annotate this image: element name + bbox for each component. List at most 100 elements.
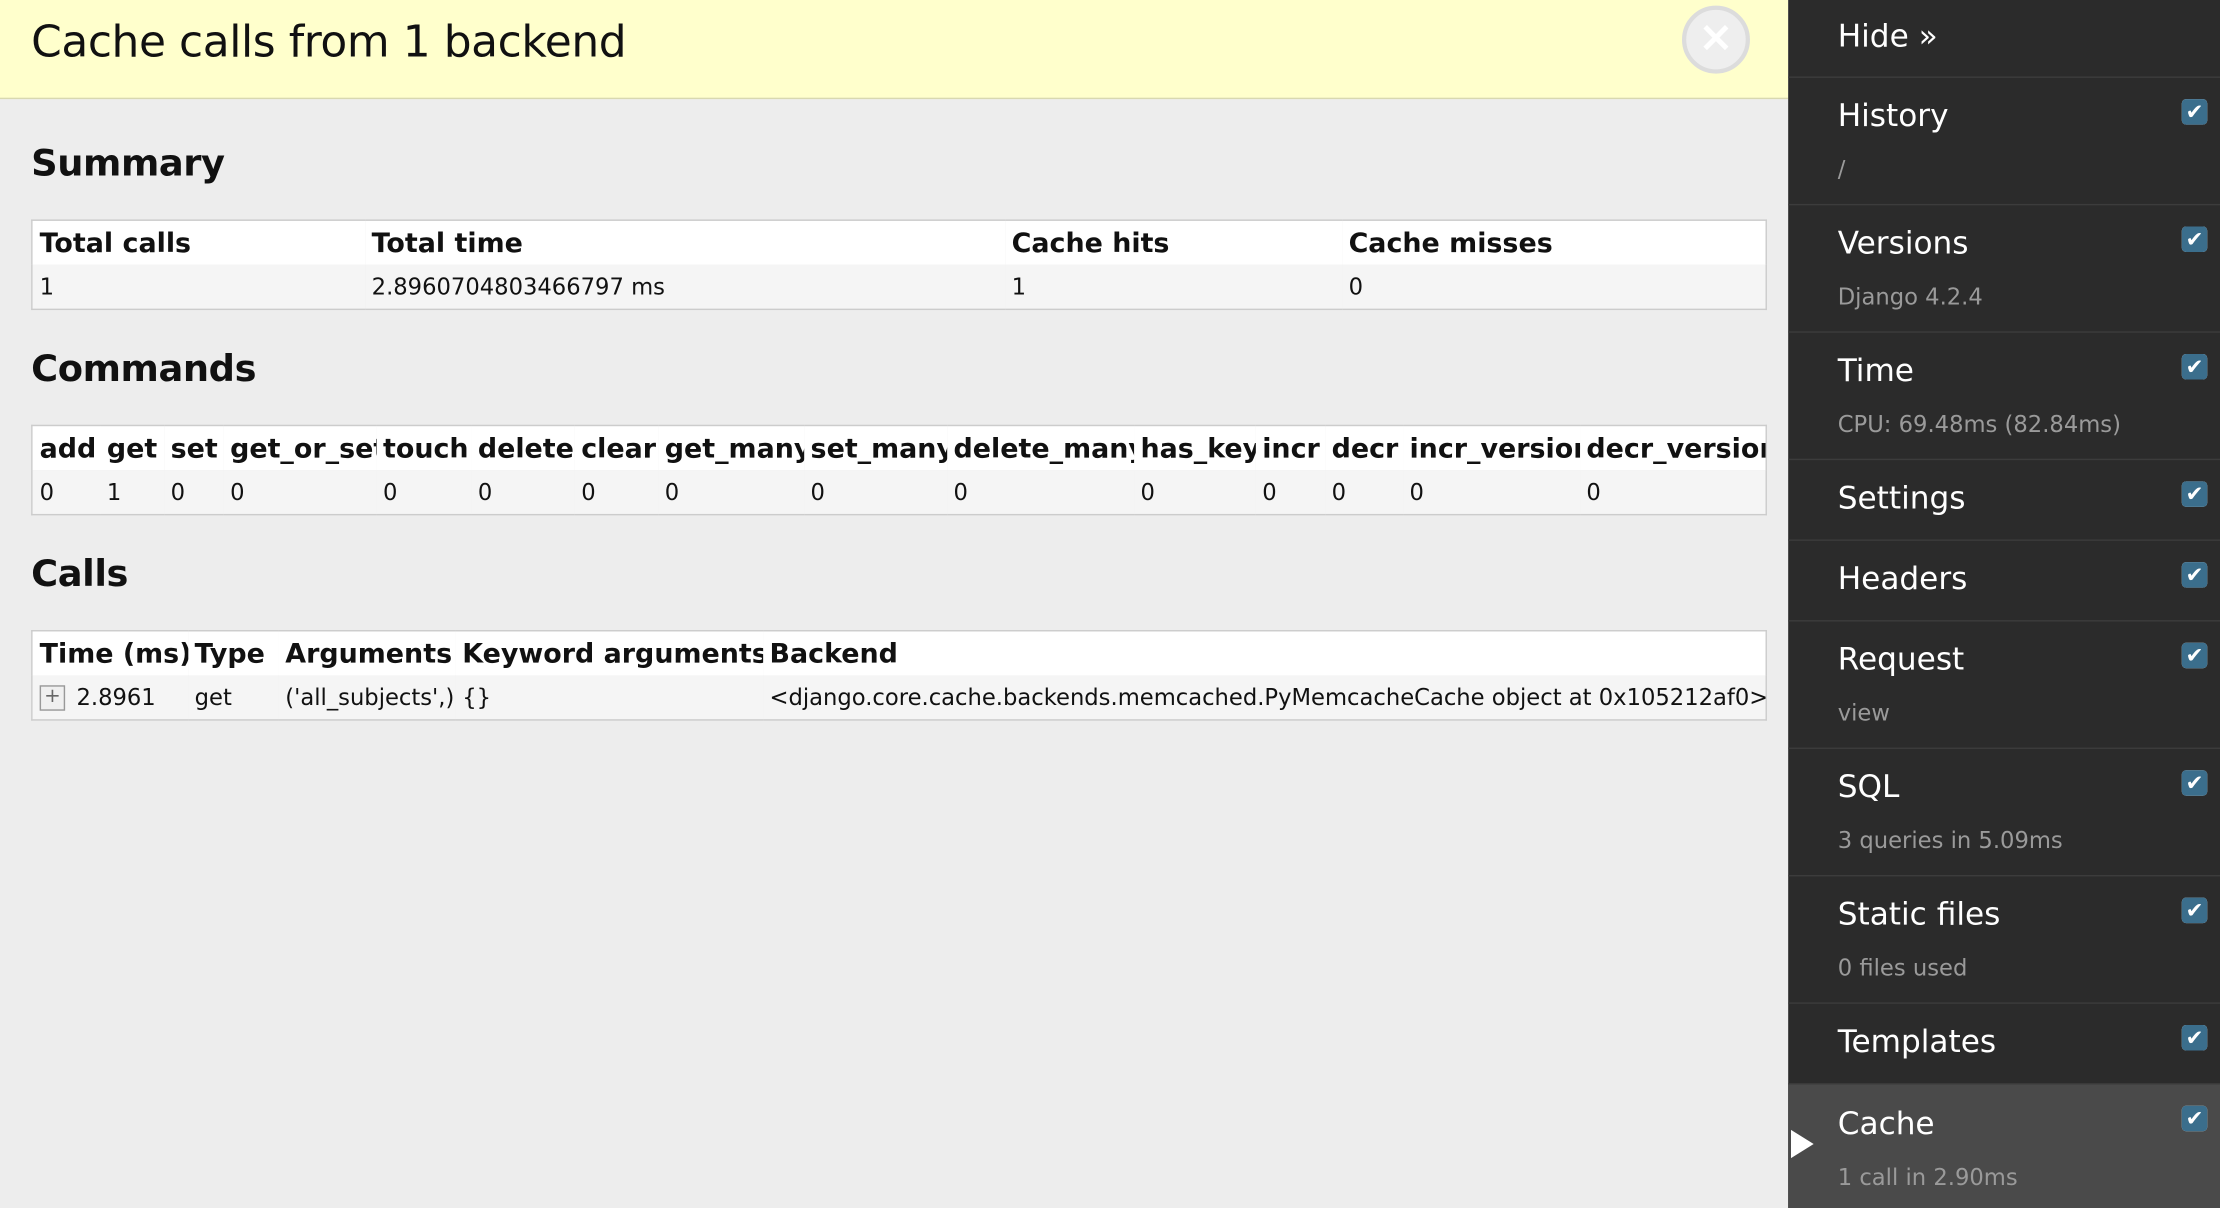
versions-toggle-checkbox[interactable]: ✔ <box>2181 226 2208 253</box>
settings-toggle-checkbox[interactable]: ✔ <box>2181 481 2208 507</box>
summary-header-total-time: Total time <box>364 220 1005 265</box>
sidebar-item-label: Time <box>1837 353 1914 390</box>
table-row: 1 2.8960704803466797 ms 1 0 <box>31 264 1767 310</box>
panel-title: Cache calls from 1 backend <box>31 16 627 68</box>
command-header: set <box>163 425 223 471</box>
command-header: decr_version <box>1579 425 1767 471</box>
summary-header-cache-misses: Cache misses <box>1341 220 1767 265</box>
sidebar-item-static-files[interactable]: Static files 0 files used ✔ <box>1788 876 2220 1004</box>
sidebar-item-label: Headers <box>1837 562 1968 598</box>
checkmark-icon: ✔ <box>2181 770 2208 796</box>
sidebar-item-versions[interactable]: Versions Django 4.2.4 ✔ <box>1788 205 2220 333</box>
sidebar-item-label: Request <box>1837 642 1965 679</box>
call-time: 2.8961 <box>76 683 156 711</box>
command-count: 0 <box>163 470 223 515</box>
checkmark-icon: ✔ <box>2181 481 2208 507</box>
command-count: 0 <box>946 470 1134 515</box>
command-count: 0 <box>574 470 658 515</box>
hide-toolbar-button[interactable]: Hide » <box>1788 0 2220 78</box>
calls-heading: Calls <box>31 553 129 597</box>
command-header: clear <box>574 425 658 471</box>
panel-title-bar: Cache calls from 1 backend × <box>0 0 1789 100</box>
close-button[interactable]: × <box>1681 5 1750 74</box>
sidebar-item-request[interactable]: Request view ✔ <box>1788 622 2220 749</box>
sidebar-item-templates[interactable]: Templates ✔ <box>1788 1004 2220 1085</box>
command-count: 0 <box>803 470 947 515</box>
command-count: 0 <box>1255 470 1325 515</box>
checkmark-icon: ✔ <box>2181 1025 2208 1051</box>
cache-panel: Cache calls from 1 backend × Summary Tot… <box>0 0 1789 1208</box>
command-count: 0 <box>657 470 804 515</box>
sidebar-item-label: Settings <box>1837 481 1966 517</box>
commands-header-row: add get set get_or_set touch delete clea… <box>31 425 1767 471</box>
sidebar-item-subtitle: Django 4.2.4 <box>1837 283 1983 311</box>
checkmark-icon: ✔ <box>2181 642 2208 669</box>
sql-toggle-checkbox[interactable]: ✔ <box>2181 770 2208 796</box>
request-toggle-checkbox[interactable]: ✔ <box>2181 642 2208 669</box>
commands-heading: Commands <box>31 348 257 391</box>
table-row: +2.8961 get ('all_subjects',) {} <django… <box>31 675 1767 720</box>
calls-header-arguments: Arguments <box>278 630 456 676</box>
summary-header-total-calls: Total calls <box>31 220 365 265</box>
sidebar-item-label: Templates <box>1837 1025 1997 1061</box>
calls-header-type: Type <box>187 630 279 676</box>
command-header: set_many <box>803 425 947 471</box>
history-toggle-checkbox[interactable]: ✔ <box>2181 99 2208 125</box>
calls-header-backend: Backend <box>762 630 1767 676</box>
checkmark-icon: ✔ <box>2181 226 2208 253</box>
summary-header-row: Total calls Total time Cache hits Cache … <box>31 220 1767 265</box>
checkmark-icon: ✔ <box>2181 1105 2208 1132</box>
sidebar-item-label: SQL <box>1837 770 1900 806</box>
sidebar-item-settings[interactable]: Settings ✔ <box>1788 460 2220 541</box>
close-icon: × <box>1698 12 1734 63</box>
sidebar-item-subtitle: 0 files used <box>1837 954 1968 982</box>
checkmark-icon: ✔ <box>2181 897 2208 924</box>
command-header: touch <box>375 425 471 471</box>
sidebar-item-subtitle: 1 call in 2.90ms <box>1837 1163 2018 1191</box>
expand-toggle-button[interactable]: + <box>39 685 66 712</box>
command-header: delete_many <box>946 425 1134 471</box>
summary-header-cache-hits: Cache hits <box>1004 220 1342 265</box>
sidebar-item-label: History <box>1837 99 1949 135</box>
sidebar-item-subtitle: CPU: 69.48ms (82.84ms) <box>1837 410 2121 438</box>
command-count: 0 <box>375 470 471 515</box>
time-toggle-checkbox[interactable]: ✔ <box>2181 353 2208 380</box>
calls-table: Time (ms) Type Arguments Keyword argumen… <box>31 630 1767 721</box>
commands-table: add get set get_or_set touch delete clea… <box>31 424 1767 516</box>
sidebar-item-subtitle: / <box>1837 155 1846 183</box>
command-header: get_many <box>657 425 804 471</box>
table-row: 0 1 0 0 0 0 0 0 0 0 0 0 0 0 0 <box>31 470 1767 515</box>
command-header: decr <box>1324 425 1403 471</box>
call-time-cell: +2.8961 <box>31 675 188 720</box>
sidebar-item-history[interactable]: History / ✔ <box>1788 78 2220 206</box>
command-header: get <box>99 425 164 471</box>
checkmark-icon: ✔ <box>2181 562 2208 588</box>
templates-toggle-checkbox[interactable]: ✔ <box>2181 1025 2208 1051</box>
command-header: incr <box>1255 425 1325 471</box>
sidebar-item-subtitle: 3 queries in 5.09ms <box>1837 826 2063 854</box>
cache-toggle-checkbox[interactable]: ✔ <box>2181 1105 2208 1132</box>
command-count: 1 <box>99 470 164 515</box>
sidebar-item-label: Cache <box>1837 1107 1935 1143</box>
hide-label: Hide » <box>1837 19 1938 56</box>
sidebar-item-sql[interactable]: SQL 3 queries in 5.09ms ✔ <box>1788 749 2220 877</box>
summary-heading: Summary <box>31 142 225 186</box>
command-count: 0 <box>470 470 575 515</box>
call-arguments: ('all_subjects',) <box>278 675 456 720</box>
sidebar-item-label: Versions <box>1837 226 1969 262</box>
headers-toggle-checkbox[interactable]: ✔ <box>2181 562 2208 588</box>
summary-cache-hits: 1 <box>1004 264 1342 310</box>
command-header: get_or_set <box>222 425 376 471</box>
sidebar-item-cache[interactable]: Cache 1 call in 2.90ms ✔ <box>1788 1084 2220 1208</box>
toolbar-sidebar: Hide » History / ✔ Versions Django 4.2.4… <box>1788 0 2220 1208</box>
sidebar-item-time[interactable]: Time CPU: 69.48ms (82.84ms) ✔ <box>1788 333 2220 461</box>
summary-cache-misses: 0 <box>1341 264 1767 310</box>
static-files-toggle-checkbox[interactable]: ✔ <box>2181 897 2208 924</box>
sidebar-item-label: Static files <box>1837 897 2001 934</box>
command-count: 0 <box>1402 470 1580 515</box>
sidebar-item-subtitle: view <box>1837 699 1890 727</box>
checkmark-icon: ✔ <box>2181 99 2208 125</box>
sidebar-item-headers[interactable]: Headers ✔ <box>1788 541 2220 622</box>
command-count: 0 <box>222 470 376 515</box>
call-type: get <box>187 675 279 720</box>
